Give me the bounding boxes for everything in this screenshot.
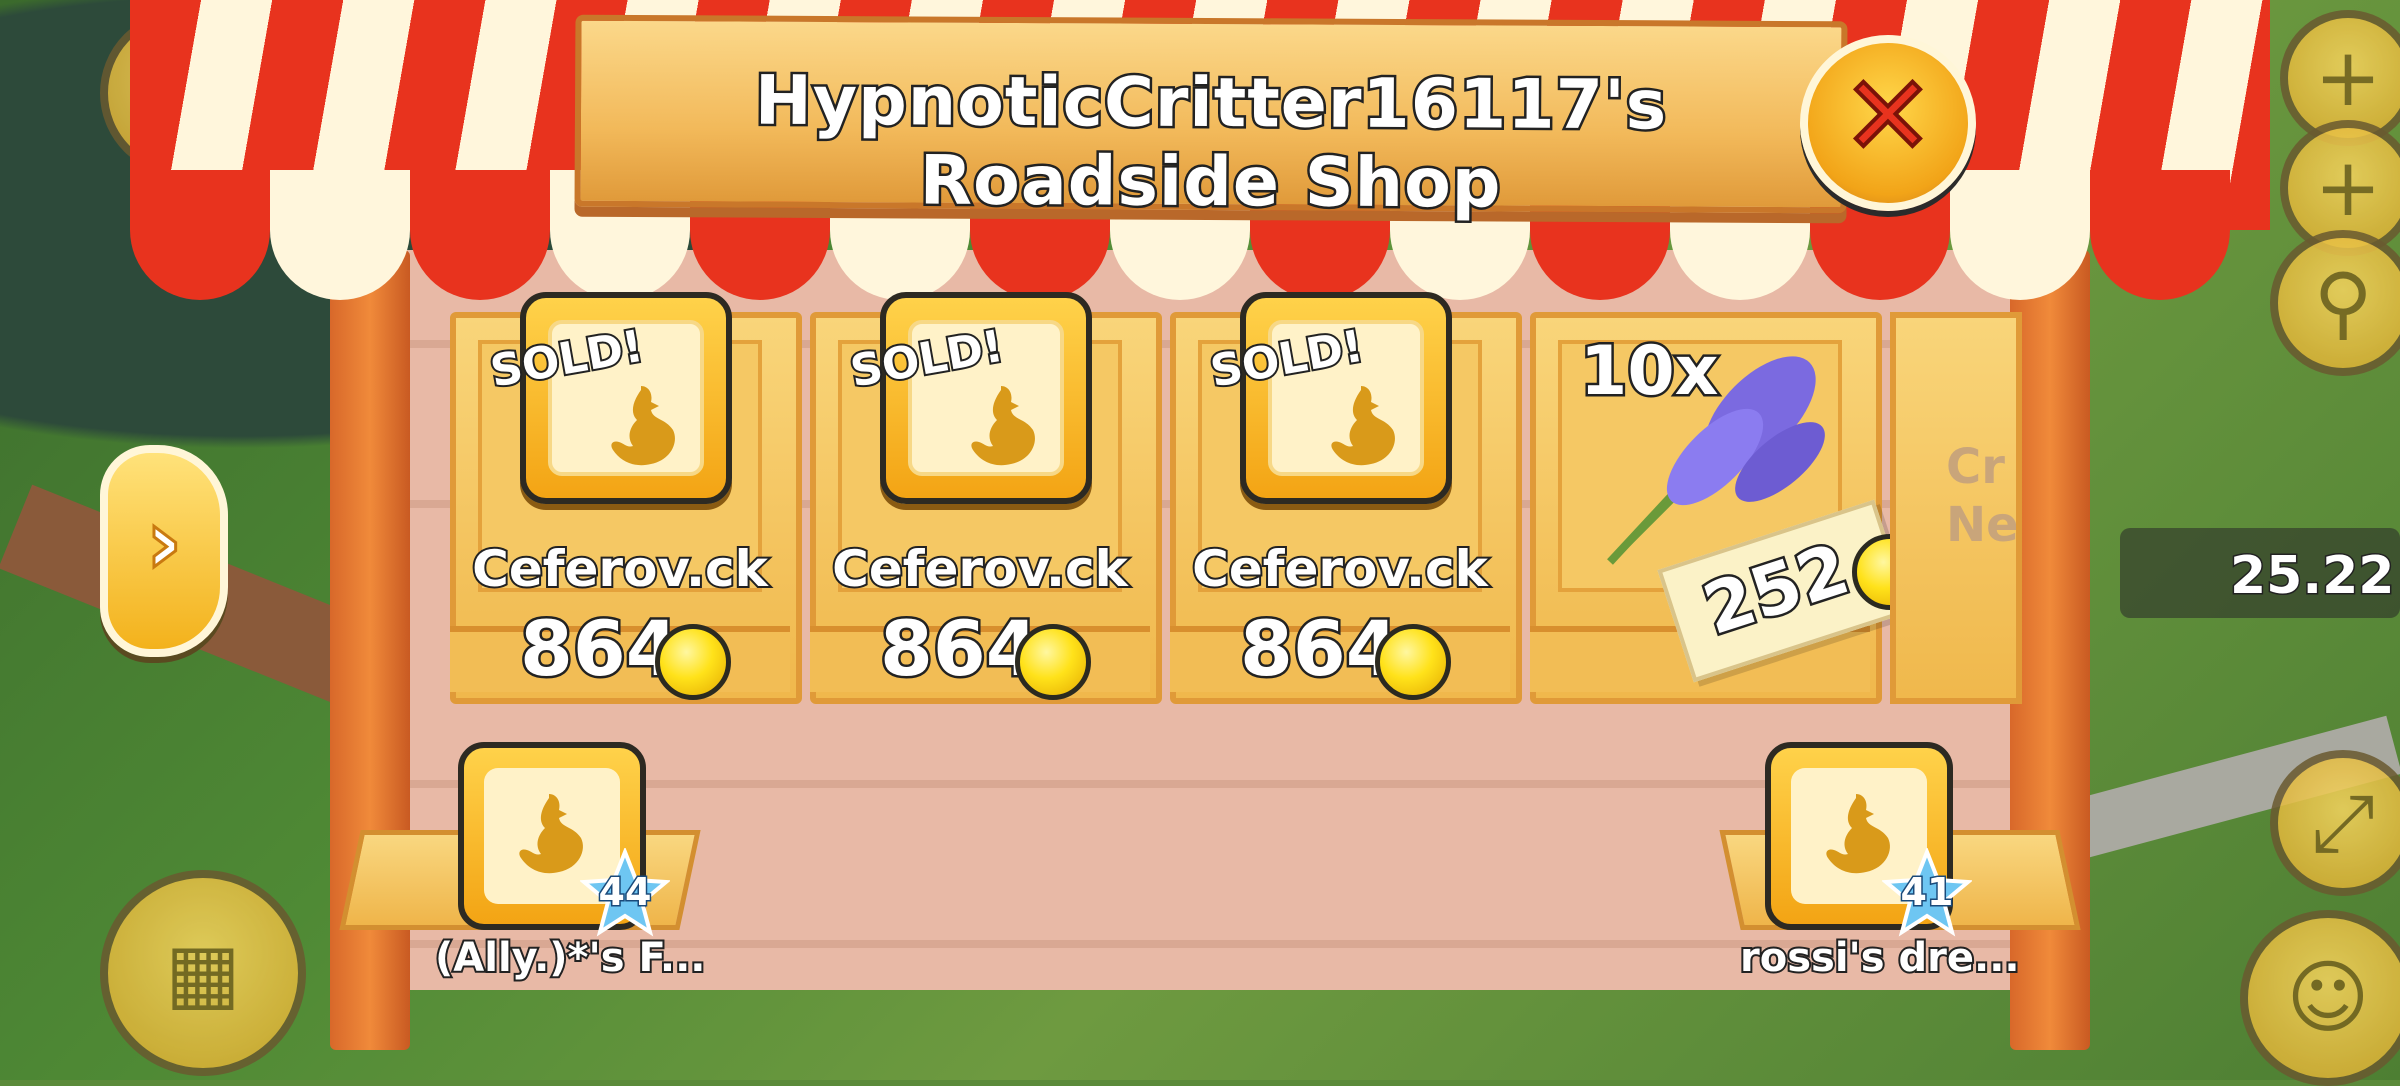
coin-icon xyxy=(655,624,731,700)
awning-post-left xyxy=(330,250,410,1050)
price: 864 xyxy=(878,602,1042,696)
sale-indicator: 25.22 xyxy=(2120,528,2400,618)
neighbor-name: (Ally.)*'s F... xyxy=(433,933,707,983)
shop-title: HypnoticCritter16117's Roadside Shop xyxy=(752,59,1670,226)
shop-title-sign: HypnoticCritter16117's Roadside Shop xyxy=(574,14,1848,226)
coin-icon xyxy=(1375,624,1451,700)
expand-button[interactable]: ⤢ xyxy=(2270,750,2400,896)
shop-crate[interactable]: SOLD! Ceferov.ck 864 xyxy=(1170,292,1522,704)
for-sale-crate[interactable]: 10x 252 xyxy=(1530,312,1928,704)
chicken-silhouette-icon xyxy=(1331,386,1395,466)
partial-crate-text: Cr Ne xyxy=(1946,439,2019,553)
magnifier-icon: ⚲ xyxy=(2313,256,2373,349)
neighbor-level: 44 xyxy=(597,869,653,916)
search-button[interactable]: ⚲ xyxy=(2270,230,2400,376)
shop-crate-partial[interactable]: Cr Ne xyxy=(1890,312,2022,704)
chicken-silhouette-icon xyxy=(971,386,1035,466)
expand-icon: ⤢ xyxy=(2311,776,2375,869)
buyer-name: Ceferov.ck xyxy=(830,538,1130,600)
close-button[interactable]: ✕ xyxy=(1800,35,1976,211)
awning-post-right xyxy=(2010,250,2090,1050)
sale-value: 25.22 xyxy=(2228,545,2395,608)
price: 864 xyxy=(518,602,682,696)
shop-crate[interactable]: SOLD! Ceferov.ck 864 xyxy=(450,292,802,704)
neighbor-name: rossi's dre... xyxy=(1738,933,2022,983)
friends-button[interactable]: ☺ xyxy=(2240,910,2400,1086)
price: 864 xyxy=(1238,602,1402,696)
cash-register-icon: ▦ xyxy=(165,926,241,1019)
next-shop-arrow-button[interactable]: › xyxy=(100,445,228,657)
level-star-icon: 41 xyxy=(1880,846,1974,938)
chicken-silhouette-icon xyxy=(611,386,675,466)
level-star-icon: 44 xyxy=(578,846,672,938)
roadside-shop-button[interactable]: ▦ xyxy=(100,870,306,1076)
chevron-right-icon: › xyxy=(144,489,184,597)
close-x-icon: ✕ xyxy=(1840,50,1936,182)
buyer-name: Ceferov.ck xyxy=(1190,538,1490,600)
shop-crate[interactable]: SOLD! Ceferov.ck 864 xyxy=(810,292,1162,704)
coin-icon xyxy=(1015,624,1091,700)
people-icon: ☺ xyxy=(2286,951,2370,1044)
neighbor-level: 41 xyxy=(1899,869,1955,916)
buyer-name: Ceferov.ck xyxy=(470,538,770,600)
